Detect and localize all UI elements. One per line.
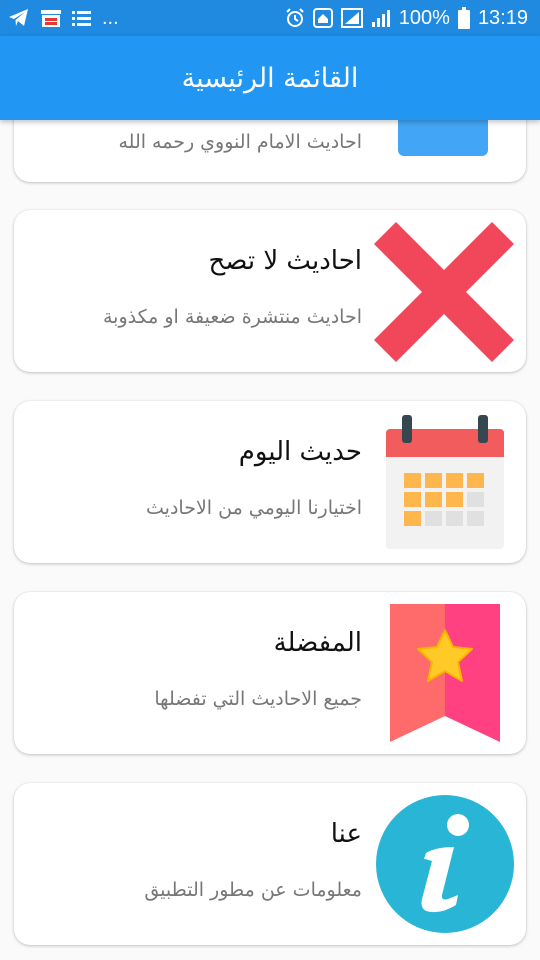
clock: 13:19 (477, 6, 528, 29)
battery-icon (457, 7, 470, 29)
status-bar-left: ... (8, 7, 119, 30)
list-icon (72, 9, 92, 27)
telegram-icon (8, 8, 30, 28)
book-icon (398, 120, 488, 160)
signal-icon (340, 8, 363, 28)
cross-icon (374, 222, 514, 366)
home-icon (312, 8, 333, 28)
signal-icon-2 (371, 8, 391, 28)
menu-item-about[interactable]: عنا معلومات عن مطور التطبيق (14, 783, 526, 945)
alarm-icon (285, 8, 305, 28)
menu-item-subtitle: جميع الاحاديث التي تفضلها (154, 688, 362, 710)
menu-item-title: عنا (330, 819, 362, 849)
app-bar: القائمة الرئيسية (0, 36, 540, 120)
menu-item-subtitle: اختيارنا اليومي من الاحاديث (146, 497, 362, 519)
menu-item-favorites[interactable]: المفضلة جميع الاحاديث التي تفضلها (14, 592, 526, 754)
menu-item-hadith-of-the-day[interactable]: حديث اليوم اختيارنا اليومي من الاحاديث (14, 401, 526, 563)
calendar-icon (384, 413, 506, 555)
menu-item-title: المفضلة (273, 628, 362, 658)
store-icon (40, 8, 62, 28)
page-title: القائمة الرئيسية (181, 62, 359, 94)
menu-item-subtitle: معلومات عن مطور التطبيق (144, 879, 362, 901)
menu-item-title: احاديث لا تصح (208, 246, 363, 276)
bookmark-star-icon (390, 604, 500, 746)
menu-item-nawawi[interactable]: احاديث الامام النووي رحمه الله (14, 120, 526, 182)
info-icon (376, 795, 514, 937)
battery-percentage: 100% (398, 6, 450, 29)
menu-item-subtitle: احاديث منتشرة ضعيفة او مكذوبة (103, 306, 362, 328)
menu-item-subtitle: احاديث الامام النووي رحمه الله (118, 131, 362, 153)
menu-list[interactable]: احاديث الامام النووي رحمه الله احاديث لا… (0, 120, 540, 960)
more-notifications-indicator: ... (102, 6, 119, 29)
status-bar: ... 100% 13:19 (0, 0, 540, 36)
menu-item-fabricated-hadiths[interactable]: احاديث لا تصح احاديث منتشرة ضعيفة او مكذ… (14, 210, 526, 372)
status-bar-right: 100% 13:19 (285, 7, 528, 30)
menu-item-title: حديث اليوم (238, 437, 362, 467)
